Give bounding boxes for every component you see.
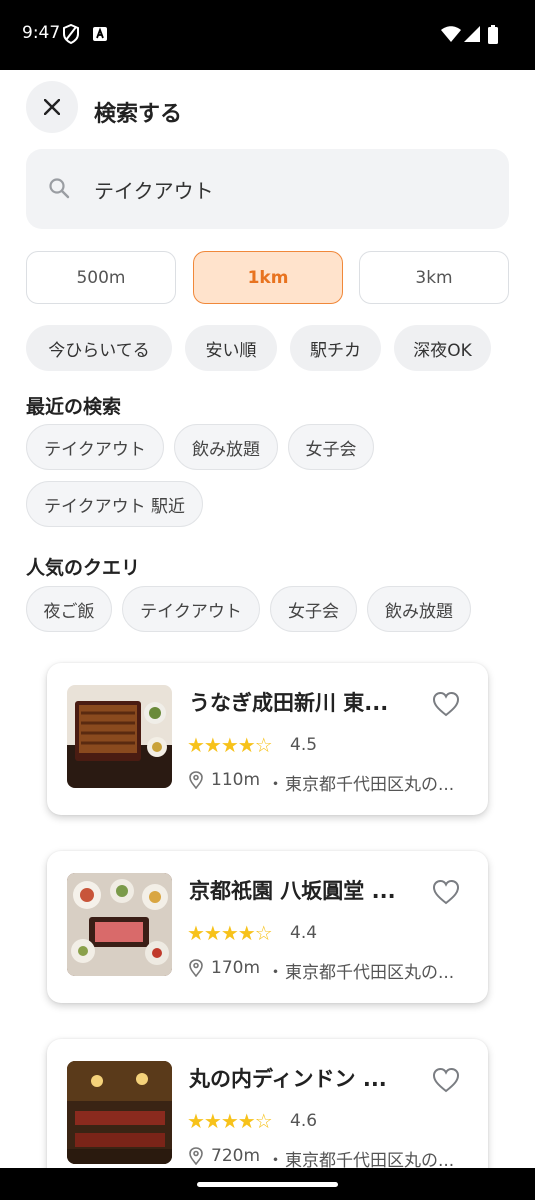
wifi-icon [441, 26, 461, 42]
restaurant-thumbnail [67, 685, 172, 788]
restaurant-card[interactable]: 京都祇園 八坂圓堂 ... ★★★★☆ 4.4 170m ・ 東京都千代田区丸の… [47, 851, 488, 1003]
popular-queries-title: 人気のクエリ [26, 557, 141, 579]
page-title: 検索する [94, 102, 183, 127]
search-query-text: テイクアウト [94, 179, 214, 203]
address-text: 東京都千代田区丸の... [285, 775, 455, 795]
restaurant-name: 京都祇園 八坂圓堂 ... [189, 879, 396, 903]
distance-1km-button[interactable]: 1km [193, 251, 343, 304]
location-pin-icon [189, 771, 203, 789]
rating-stars: ★★★★☆ [187, 1109, 273, 1133]
status-bar: 9:47 [0, 0, 535, 70]
location-pin-icon [189, 959, 203, 977]
restaurant-name: 丸の内ディンドン ... [189, 1067, 387, 1091]
status-time: 9:47 [22, 23, 61, 43]
close-button[interactable] [26, 81, 78, 133]
filter-open-now-chip[interactable]: 今ひらいてる [26, 325, 172, 371]
home-gesture-handle[interactable] [197, 1182, 338, 1187]
app-notification-icon [93, 27, 107, 41]
recent-searches-title: 最近の検索 [26, 396, 122, 418]
recent-search-chip[interactable]: テイクアウト 駅近 [26, 481, 203, 527]
search-input[interactable]: テイクアウト [26, 149, 509, 229]
filter-cheap-chip[interactable]: 安い順 [185, 325, 277, 371]
favorite-heart-icon[interactable] [432, 879, 460, 905]
recent-search-chip[interactable]: 飲み放題 [174, 424, 278, 470]
rating-value: 4.5 [290, 735, 318, 755]
recent-search-chip[interactable]: テイクアウト [26, 424, 164, 470]
distance-text: 170m [211, 958, 261, 978]
filter-late-night-chip[interactable]: 深夜OK [394, 325, 491, 371]
popular-query-chip[interactable]: 女子会 [270, 586, 357, 632]
favorite-heart-icon[interactable] [432, 691, 460, 717]
battery-icon [488, 25, 498, 44]
search-icon [49, 178, 70, 199]
separator-dot: ・ [267, 963, 284, 983]
popular-query-chip[interactable]: テイクアウト [122, 586, 260, 632]
separator-dot: ・ [267, 775, 284, 795]
distance-500m-button[interactable]: 500m [26, 251, 176, 304]
restaurant-thumbnail [67, 873, 172, 976]
favorite-heart-icon[interactable] [432, 1067, 460, 1093]
shield-icon [63, 24, 79, 44]
restaurant-name: うなぎ成田新川 東... [189, 691, 389, 715]
rating-value: 4.6 [290, 1111, 318, 1131]
popular-query-chip[interactable]: 夜ご飯 [26, 586, 112, 632]
recent-search-chip[interactable]: 女子会 [288, 424, 374, 470]
distance-text: 110m [211, 770, 261, 790]
restaurant-card[interactable]: うなぎ成田新川 東... ★★★★☆ 4.5 110m ・ 東京都千代田区丸の.… [47, 663, 488, 815]
popular-query-chip[interactable]: 飲み放題 [367, 586, 471, 632]
header: 検索する [0, 70, 535, 146]
location-pin-icon [189, 1147, 203, 1165]
filter-near-station-chip[interactable]: 駅チカ [290, 325, 381, 371]
close-icon [44, 99, 60, 115]
rating-value: 4.4 [290, 923, 318, 943]
navigation-bar [0, 1168, 535, 1200]
rating-stars: ★★★★☆ [187, 733, 273, 757]
distance-text: 720m [211, 1146, 261, 1166]
address-text: 東京都千代田区丸の... [285, 963, 455, 983]
distance-3km-button[interactable]: 3km [359, 251, 509, 304]
restaurant-thumbnail [67, 1061, 172, 1164]
signal-icon [464, 26, 480, 42]
rating-stars: ★★★★☆ [187, 921, 273, 945]
